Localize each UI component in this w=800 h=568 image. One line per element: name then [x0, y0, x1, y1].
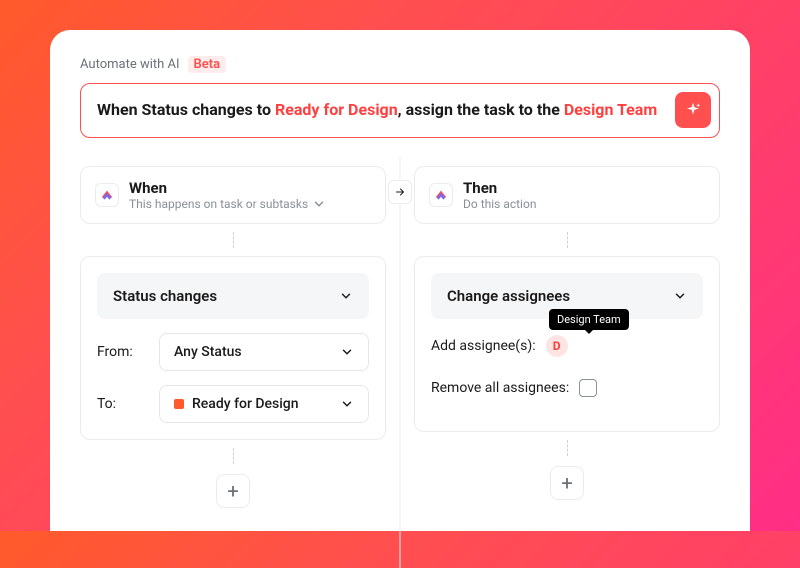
- connector-line: [233, 232, 234, 248]
- remove-assignees-checkbox[interactable]: [579, 379, 597, 397]
- to-status-select[interactable]: Ready for Design: [159, 385, 369, 423]
- to-label: To:: [97, 396, 145, 412]
- from-status-select[interactable]: Any Status: [159, 333, 369, 371]
- add-trigger-button[interactable]: +: [216, 474, 250, 508]
- chevron-down-icon: [339, 289, 353, 303]
- to-status-value: Ready for Design: [192, 396, 299, 412]
- prompt-highlight-team: Design Team: [564, 100, 657, 119]
- assignee-initial: D: [553, 339, 561, 353]
- connector-line: [567, 232, 568, 248]
- panel: Automate with AI Beta When Status change…: [50, 30, 750, 531]
- sparkle-icon: [684, 101, 702, 119]
- when-column: When This happens on task or subtasks St…: [80, 166, 386, 508]
- prompt-text-2: , assign the task to the: [398, 100, 564, 119]
- connector-line: [567, 440, 568, 456]
- chevron-down-icon: [312, 197, 326, 211]
- clickup-logo-icon: [429, 183, 453, 207]
- chevron-down-icon: [340, 397, 354, 411]
- action-label: Change assignees: [447, 287, 570, 305]
- status-color-swatch: [174, 399, 184, 409]
- ai-header: Automate with AI Beta: [80, 56, 720, 73]
- plus-icon: +: [561, 473, 572, 493]
- ai-header-label: Automate with AI: [80, 57, 180, 72]
- trigger-select[interactable]: Status changes: [97, 273, 369, 319]
- then-action-card: Change assignees Add assignee(s): D Desi…: [414, 256, 720, 432]
- chevron-down-icon: [340, 345, 354, 359]
- then-subtitle: Do this action: [463, 197, 536, 211]
- plus-icon: +: [227, 481, 238, 501]
- ai-prompt-input[interactable]: When Status changes to Ready for Design,…: [80, 83, 720, 138]
- arrow-between-icon: [388, 180, 412, 204]
- then-title: Then: [463, 179, 536, 197]
- from-label: From:: [97, 344, 145, 360]
- beta-badge: Beta: [188, 56, 227, 73]
- when-header-card[interactable]: When This happens on task or subtasks: [80, 166, 386, 224]
- prompt-text-1: When Status changes to: [97, 100, 275, 119]
- prompt-highlight-status: Ready for Design: [275, 100, 398, 119]
- when-subtitle: This happens on task or subtasks: [129, 197, 308, 211]
- then-header-card[interactable]: Then Do this action: [414, 166, 720, 224]
- trigger-label: Status changes: [113, 287, 217, 305]
- chevron-down-icon: [673, 289, 687, 303]
- when-title: When: [129, 179, 326, 197]
- when-trigger-card: Status changes From: Any Status To:: [80, 256, 386, 440]
- assignee-chip[interactable]: D: [546, 335, 568, 357]
- add-assignee-label: Add assignee(s):: [431, 338, 536, 354]
- column-divider: [400, 156, 401, 568]
- assignee-tooltip: Design Team: [549, 309, 629, 330]
- ai-generate-button[interactable]: [675, 92, 711, 128]
- remove-assignees-label: Remove all assignees:: [431, 380, 569, 396]
- then-column: Then Do this action Change assignees Add…: [414, 166, 720, 508]
- add-action-button[interactable]: +: [550, 466, 584, 500]
- clickup-logo-icon: [95, 183, 119, 207]
- columns: When This happens on task or subtasks St…: [80, 166, 720, 508]
- from-status-value: Any Status: [174, 344, 242, 360]
- connector-line: [233, 448, 234, 464]
